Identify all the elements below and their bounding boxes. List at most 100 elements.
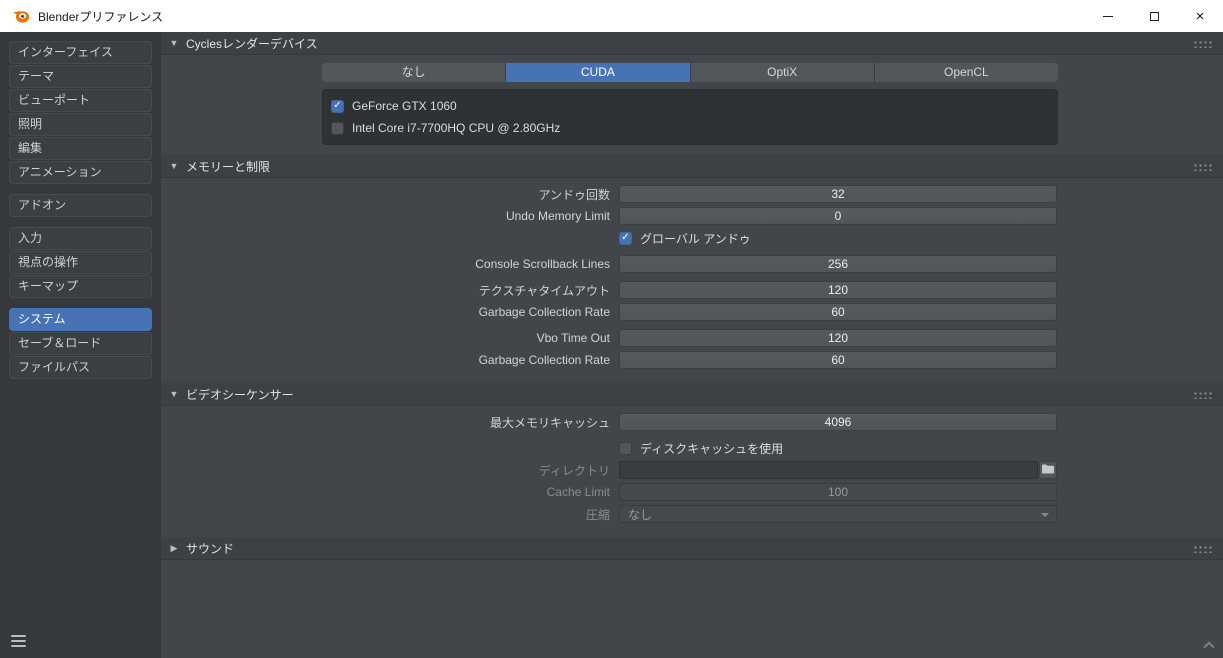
section-body-memory: アンドゥ回数 32 Undo Memory Limit 0 ✓ グローバル アン… [161,178,1223,383]
check-icon: ✓ [621,232,630,243]
section-title-cycles: Cyclesレンダーデバイス [186,36,318,51]
texture-gc-rate-field[interactable]: 60 [619,303,1057,321]
sidebar: インターフェイス テーマ ビューポート 照明 編集 アニメーション アドオン 入… [0,32,161,658]
collapse-triangle-icon: ▼ [169,161,179,171]
sidebar-item-editing[interactable]: 編集 [9,137,152,160]
undo-memory-limit-row: Undo Memory Limit 0 [161,207,1223,225]
directory-input [619,461,1038,479]
compression-value: なし [628,507,653,522]
window-title: Blenderプリファレンス [38,9,164,24]
folder-icon [1042,463,1054,477]
section-header-memory[interactable]: ▼ メモリーと制限 [161,155,1223,178]
vbo-timeout-field[interactable]: 120 [619,329,1057,347]
disk-cache-row: ディスクキャッシュを使用 [161,439,1223,457]
window-controls: × [1085,0,1223,32]
console-scrollback-field[interactable]: 256 [619,255,1057,273]
menu-icon [11,635,26,637]
tab-cuda[interactable]: CUDA [506,63,691,82]
global-undo-checkbox[interactable]: ✓ グローバル アンドゥ [619,229,751,247]
sidebar-item-file-paths[interactable]: ファイルパス [9,356,152,379]
sidebar-item-lights[interactable]: 照明 [9,113,152,136]
global-undo-row: ✓ グローバル アンドゥ [161,229,1223,247]
sidebar-item-navigation[interactable]: 視点の操作 [9,251,152,274]
memory-cache-field[interactable]: 4096 [619,413,1057,431]
undo-memory-limit-label: Undo Memory Limit [505,209,610,223]
preferences-content: ▼ Cyclesレンダーデバイス なし CUDA OptiX OpenCL ✓ [161,32,1223,658]
section-header-cycles[interactable]: ▼ Cyclesレンダーデバイス [161,32,1223,55]
minimize-button[interactable] [1085,0,1131,32]
sidebar-item-animation[interactable]: アニメーション [9,161,152,184]
undo-steps-row: アンドゥ回数 32 [161,185,1223,203]
sidebar-item-keymap[interactable]: キーマップ [9,275,152,298]
scroll-up-indicator-icon [1203,641,1215,653]
maximize-icon [1149,11,1159,21]
vbo-gc-rate-row: Garbage Collection Rate 60 [161,351,1223,369]
sidebar-item-system[interactable]: システム [9,308,152,331]
sidebar-group-1: インターフェイス テーマ ビューポート 照明 編集 アニメーション [0,41,161,184]
section-title-sequencer: ビデオシーケンサー [186,387,294,402]
browse-directory-button [1039,461,1057,479]
memory-cache-label: 最大メモリキャッシュ [489,415,610,430]
sidebar-group-4: システム セーブ＆ロード ファイルパス [0,308,161,379]
sidebar-item-save-load[interactable]: セーブ＆ロード [9,332,152,355]
collapse-triangle-icon: ▼ [169,38,179,48]
chevron-down-icon [1041,513,1049,517]
texture-gc-rate-label: Garbage Collection Rate [478,305,610,319]
sidebar-item-viewport[interactable]: ビューポート [9,89,152,112]
device-type-tabs: なし CUDA OptiX OpenCL [322,63,1058,82]
vbo-timeout-row: Vbo Time Out 120 [161,329,1223,347]
maximize-button[interactable] [1131,0,1177,32]
compression-label: 圧縮 [585,507,610,522]
device-name: Intel Core i7-7700HQ CPU @ 2.80GHz [352,121,561,135]
device-row-gpu[interactable]: ✓ GeForce GTX 1060 [331,95,1049,117]
disk-cache-checkbox[interactable]: ディスクキャッシュを使用 [619,439,783,457]
checkbox-checked-icon: ✓ [619,231,632,245]
grip-dots-icon[interactable] [1193,163,1214,171]
global-undo-label: グローバル アンドゥ [640,231,751,246]
editor-menu-button[interactable] [11,635,29,649]
device-row-cpu[interactable]: Intel Core i7-7700HQ CPU @ 2.80GHz [331,117,1049,139]
grip-dots-icon[interactable] [1193,545,1214,553]
section-title-sound: サウンド [186,541,235,556]
collapse-triangle-icon: ▼ [169,389,179,399]
section-header-sequencer[interactable]: ▼ ビデオシーケンサー [161,383,1223,406]
sidebar-item-interface[interactable]: インターフェイス [9,41,152,64]
memory-cache-row: 最大メモリキャッシュ 4096 [161,413,1223,431]
tab-opencl[interactable]: OpenCL [874,63,1058,82]
section-body-cycles: なし CUDA OptiX OpenCL ✓ GeForce GTX 1060 … [161,55,1223,155]
close-icon: × [1195,7,1205,25]
undo-steps-field[interactable]: 32 [619,185,1057,203]
sidebar-item-addons[interactable]: アドオン [9,194,152,217]
section-header-sound[interactable]: ▶ サウンド [161,537,1223,560]
compression-dropdown: なし [619,505,1057,523]
tab-none[interactable]: なし [322,63,507,82]
texture-timeout-label: テクスチャタイムアウト [478,283,610,298]
blender-logo-icon [12,9,30,23]
sidebar-item-themes[interactable]: テーマ [9,65,152,88]
texture-timeout-field[interactable]: 120 [619,281,1057,299]
device-name: GeForce GTX 1060 [352,99,457,113]
checkbox-unchecked-icon [619,441,632,455]
grip-dots-icon[interactable] [1193,391,1214,399]
titlebar: Blenderプリファレンス × [0,0,1223,32]
sidebar-item-input[interactable]: 入力 [9,227,152,250]
close-button[interactable]: × [1177,0,1223,32]
texture-gc-rate-row: Garbage Collection Rate 60 [161,303,1223,321]
cuda-device-list: ✓ GeForce GTX 1060 Intel Core i7-7700HQ … [322,89,1058,145]
vbo-gc-rate-label: Garbage Collection Rate [478,353,610,367]
minimize-icon [1103,15,1113,17]
undo-steps-label: アンドゥ回数 [538,187,610,202]
console-scrollback-label: Console Scrollback Lines [475,257,610,271]
vbo-gc-rate-field[interactable]: 60 [619,351,1057,369]
tab-optix[interactable]: OptiX [690,63,875,82]
app-body: インターフェイス テーマ ビューポート 照明 編集 アニメーション アドオン 入… [0,32,1223,658]
directory-row: ディレクトリ [161,461,1223,479]
vbo-timeout-label: Vbo Time Out [536,331,610,345]
cache-limit-row: Cache Limit 100 [161,483,1223,501]
check-icon: ✓ [333,100,342,111]
undo-memory-limit-field[interactable]: 0 [619,207,1057,225]
texture-timeout-row: テクスチャタイムアウト 120 [161,281,1223,299]
grip-dots-icon[interactable] [1193,40,1214,48]
directory-label: ディレクトリ [538,463,610,478]
checkbox-unchecked-icon [331,121,344,135]
